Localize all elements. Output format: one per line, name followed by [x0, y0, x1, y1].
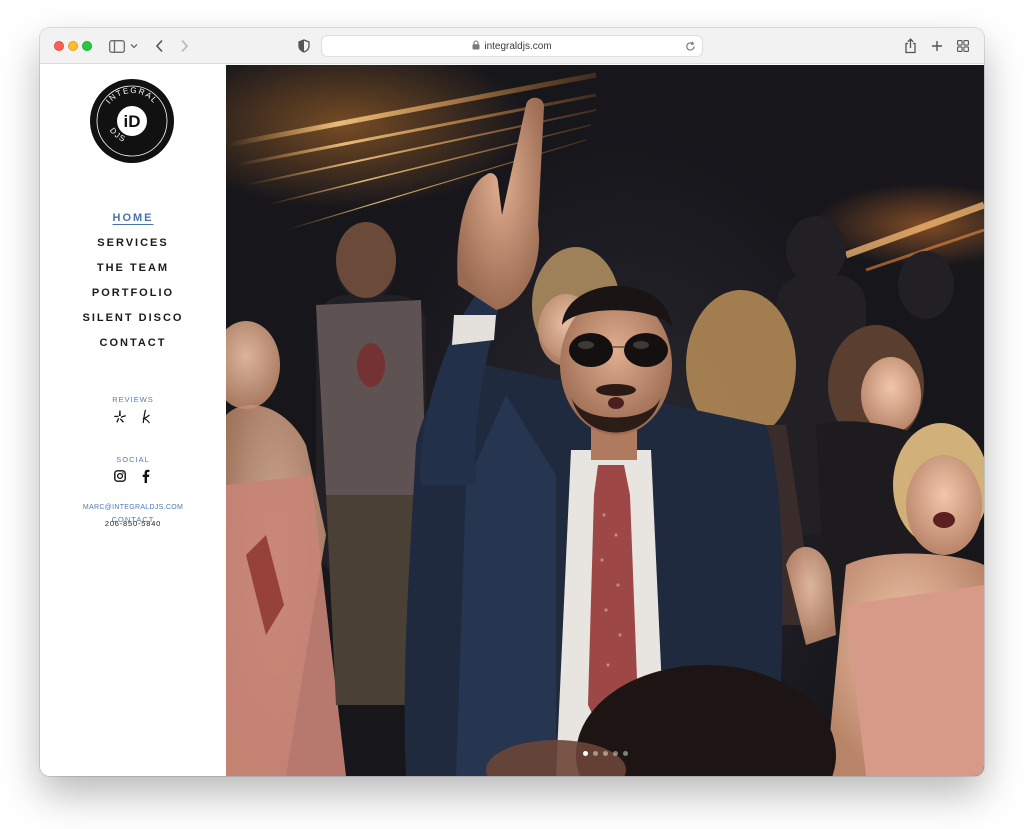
- contact-email-link[interactable]: MARC@INTEGRALDJS.COM: [40, 504, 226, 511]
- lock-icon: [472, 39, 480, 53]
- reviews-icons: [40, 408, 226, 424]
- nav-item-the-team[interactable]: THE TEAM: [40, 255, 226, 280]
- privacy-shield-icon[interactable]: [297, 36, 311, 56]
- back-button[interactable]: [152, 36, 166, 56]
- facebook-icon[interactable]: [139, 468, 153, 484]
- social-icons: [40, 468, 226, 484]
- nav-item-home[interactable]: HOME: [40, 205, 226, 230]
- slideshow-pagination: [583, 751, 628, 756]
- hero-slideshow[interactable]: [226, 65, 984, 776]
- nav-item-silent-disco[interactable]: SILENT DISCO: [40, 305, 226, 330]
- sidebar-toggle-icon[interactable]: [108, 36, 126, 56]
- browser-window: integraldjs.com iD INTEGRAL DJS HOME SER…: [40, 28, 984, 776]
- share-icon[interactable]: [902, 36, 918, 56]
- slide-dot-2[interactable]: [593, 751, 598, 756]
- slide-dot-1[interactable]: [583, 751, 588, 756]
- chevron-down-icon[interactable]: [129, 36, 139, 56]
- slide-dot-3[interactable]: [603, 751, 608, 756]
- address-bar[interactable]: integraldjs.com: [321, 35, 703, 57]
- contact-phone[interactable]: 206-850-5840: [40, 519, 226, 528]
- reviews-label: REVIEWS: [112, 395, 154, 404]
- main-navigation: HOME SERVICES THE TEAM PORTFOLIO SILENT …: [40, 205, 226, 355]
- logo-monogram: iD: [124, 112, 141, 131]
- the-knot-icon[interactable]: [139, 408, 153, 424]
- tab-overview-icon[interactable]: [955, 36, 971, 56]
- integral-djs-logo[interactable]: iD INTEGRAL DJS: [90, 79, 174, 163]
- browser-toolbar: integraldjs.com: [40, 28, 984, 64]
- new-tab-icon[interactable]: [929, 36, 945, 56]
- slide-dot-5[interactable]: [623, 751, 628, 756]
- close-window-button[interactable]: [54, 41, 64, 51]
- hero-photo: [226, 72, 984, 776]
- forward-button[interactable]: [177, 36, 191, 56]
- nav-item-contact[interactable]: CONTACT: [40, 330, 226, 355]
- nav-item-portfolio[interactable]: PORTFOLIO: [40, 280, 226, 305]
- maximize-window-button[interactable]: [82, 41, 92, 51]
- nav-item-services[interactable]: SERVICES: [40, 230, 226, 255]
- instagram-icon[interactable]: [113, 468, 127, 484]
- social-label: SOCIAL: [116, 455, 150, 464]
- reload-icon[interactable]: [683, 39, 697, 53]
- url-text: integraldjs.com: [484, 40, 552, 52]
- yelp-icon[interactable]: [113, 408, 127, 424]
- slide-dot-4[interactable]: [613, 751, 618, 756]
- site-sidebar: iD INTEGRAL DJS HOME SERVICES THE TEAM P…: [40, 65, 226, 776]
- minimize-window-button[interactable]: [68, 41, 78, 51]
